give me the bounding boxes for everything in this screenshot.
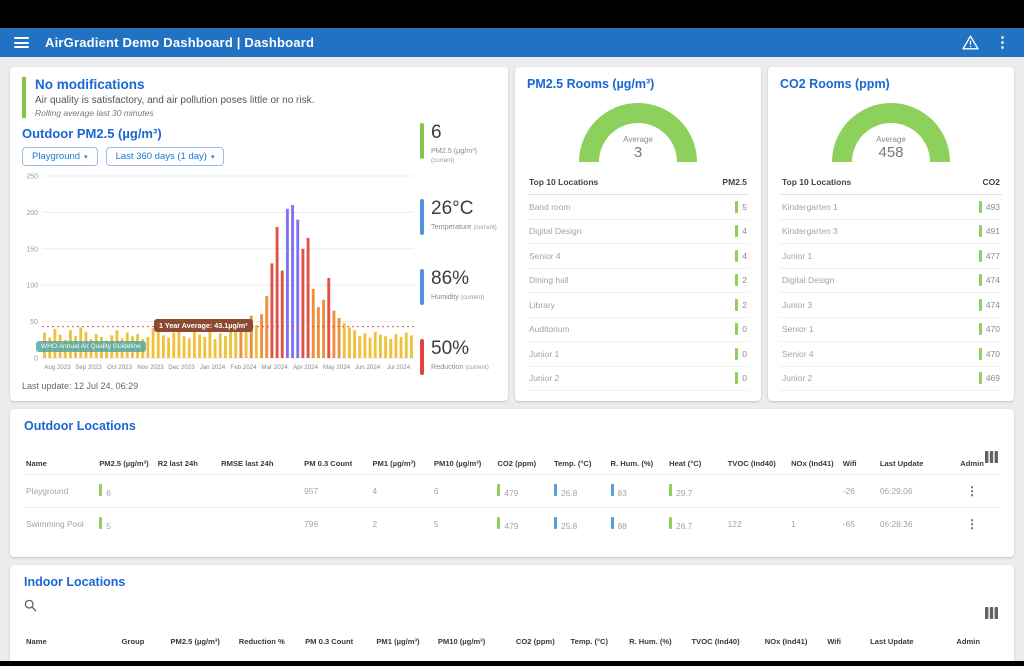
- indoor-locations-table: Name Group PM2.5 (µg/m³) Reduction % PM …: [24, 631, 1000, 652]
- list-item: Library2: [527, 293, 749, 318]
- svg-text:Oct 2023: Oct 2023: [107, 364, 133, 371]
- row-menu-icon[interactable]: ⋮: [966, 484, 978, 498]
- table-row: Swimming Pool 5 796 2 5 479 25.8 88 26.7…: [24, 508, 1000, 541]
- aqi-status: No modifications Air quality is satisfac…: [22, 77, 496, 118]
- aqi-status-title: No modifications: [35, 77, 496, 92]
- hamburger-menu-icon[interactable]: [14, 37, 29, 48]
- chart-area: 0 50 100 150 200 250 Aug 2023 Sep 2023 Oct 2023 N…: [22, 170, 418, 378]
- co2-rooms-table-header: Top 10 LocationsCO2: [780, 170, 1002, 195]
- current-metrics: 6 PM2.5 (µg/m³) (current) 26°C Temperatu…: [420, 123, 498, 375]
- svg-text:Apr 2024: Apr 2024: [293, 364, 319, 371]
- list-item: Auditorium0: [527, 318, 749, 343]
- svg-text:May 2024: May 2024: [323, 364, 351, 371]
- who-guideline-badge: WHO Annual Air Quality Guideline: [36, 341, 146, 352]
- row-menu-icon[interactable]: ⋮: [966, 517, 978, 531]
- svg-text:Sep 2023: Sep 2023: [75, 364, 102, 371]
- list-item: Digital Design4: [527, 220, 749, 245]
- main-content: No modifications Air quality is satisfac…: [0, 57, 1024, 661]
- pm25-rooms-title: PM2.5 Rooms (µg/m³): [527, 77, 749, 91]
- list-item: Senior 44: [527, 244, 749, 269]
- metric-humidity: 86% Humidity (current): [420, 269, 498, 305]
- metric-bar: [420, 339, 424, 375]
- list-item: Dining hall2: [527, 269, 749, 294]
- app-bar: AirGradient Demo Dashboard | Dashboard ⋮: [0, 28, 1024, 57]
- svg-text:100: 100: [26, 283, 38, 290]
- svg-text:150: 150: [26, 246, 38, 253]
- chevron-down-icon: ▾: [84, 154, 88, 161]
- list-item: Digital Design474: [780, 269, 1002, 294]
- svg-text:50: 50: [30, 319, 38, 326]
- warning-icon[interactable]: [962, 35, 979, 50]
- average-annotation-badge: 1 Year Average: 43.1µg/m³: [154, 319, 253, 332]
- metric-reduction: 50% Reduction (current): [420, 339, 498, 375]
- svg-text:Dec 2023: Dec 2023: [168, 364, 195, 371]
- metric-bar: [420, 123, 424, 159]
- co2-rooms-title: CO2 Rooms (ppm): [780, 77, 1002, 91]
- svg-text:Jan 2024: Jan 2024: [200, 364, 226, 371]
- outdoor-pm25-card: No modifications Air quality is satisfac…: [10, 67, 508, 401]
- table-row: Playground 6 957 4 6 479 26.8 83 29.7 -2: [24, 475, 1000, 508]
- pm25-average-gauge: Average 3: [579, 103, 697, 162]
- columns-icon[interactable]: [985, 607, 998, 619]
- list-item: Junior 10: [527, 342, 749, 367]
- location-filter-dropdown[interactable]: Playground▾: [22, 147, 98, 166]
- chevron-down-icon: ▾: [211, 154, 215, 161]
- range-filter-dropdown[interactable]: Last 360 days (1 day)▾: [106, 147, 225, 166]
- indoor-locations-card: Indoor Locations Name Gro: [10, 565, 1014, 661]
- co2-average-gauge: Average 458: [832, 103, 950, 162]
- table-header-row: Name PM2.5 (µg/m³) R2 last 24h RMSE last…: [24, 453, 1000, 475]
- pm25-rooms-table-header: Top 10 LocationsPM2.5: [527, 170, 749, 195]
- svg-text:Jul 2024: Jul 2024: [387, 364, 411, 371]
- list-item: Kindergarten 3491: [780, 220, 1002, 245]
- svg-text:Jun 2024: Jun 2024: [355, 364, 381, 371]
- metric-bar: [420, 269, 424, 305]
- list-item: Junior 3474: [780, 293, 1002, 318]
- svg-text:Nov 2023: Nov 2023: [137, 364, 164, 371]
- co2-rooms-card: CO2 Rooms (ppm) Average 458 Top 10 Locat…: [768, 67, 1014, 401]
- list-item: Junior 1477: [780, 244, 1002, 269]
- metric-pm25: 6 PM2.5 (µg/m³) (current): [420, 123, 498, 165]
- list-item: Senior 4470: [780, 342, 1002, 367]
- aqi-status-note: Rolling average last 30 minutes: [35, 108, 496, 118]
- outdoor-locations-card: Outdoor Locations Name PM2.5 (µg/m³) R2 …: [10, 409, 1014, 557]
- outdoor-locations-title: Outdoor Locations: [24, 419, 1000, 433]
- list-item: Junior 20: [527, 367, 749, 392]
- list-item: Junior 2469: [780, 367, 1002, 392]
- svg-text:Feb 2024: Feb 2024: [230, 364, 257, 371]
- kebab-menu-icon[interactable]: ⋮: [995, 35, 1010, 50]
- search-icon[interactable]: [24, 599, 37, 617]
- list-item: Senior 1470: [780, 318, 1002, 343]
- last-update-text: Last update: 12 Jul 24, 06:29: [22, 381, 496, 391]
- svg-text:Mar 2024: Mar 2024: [261, 364, 288, 371]
- list-item: Band room5: [527, 195, 749, 220]
- metric-bar: [420, 199, 424, 235]
- svg-text:250: 250: [26, 174, 38, 181]
- metric-temperature: 26°C Temperature (current): [420, 199, 498, 235]
- columns-icon[interactable]: [985, 451, 998, 463]
- outdoor-locations-table: Name PM2.5 (µg/m³) R2 last 24h RMSE last…: [24, 453, 1000, 540]
- svg-text:0: 0: [34, 356, 38, 363]
- pm25-rooms-card: PM2.5 Rooms (µg/m³) Average 3 Top 10 Loc…: [515, 67, 761, 401]
- svg-text:Aug 2023: Aug 2023: [44, 364, 71, 371]
- table-header-row: Name Group PM2.5 (µg/m³) Reduction % PM …: [24, 631, 1000, 652]
- indoor-locations-title: Indoor Locations: [24, 575, 1000, 589]
- dashboard-screen: AirGradient Demo Dashboard | Dashboard ⋮…: [0, 0, 1024, 666]
- aqi-status-subtitle: Air quality is satisfactory, and air pol…: [35, 95, 496, 106]
- list-item: Kindergarten 1493: [780, 195, 1002, 220]
- app-bar-actions: ⋮: [962, 35, 1010, 50]
- svg-text:200: 200: [26, 210, 38, 217]
- app-title: AirGradient Demo Dashboard | Dashboard: [45, 35, 314, 50]
